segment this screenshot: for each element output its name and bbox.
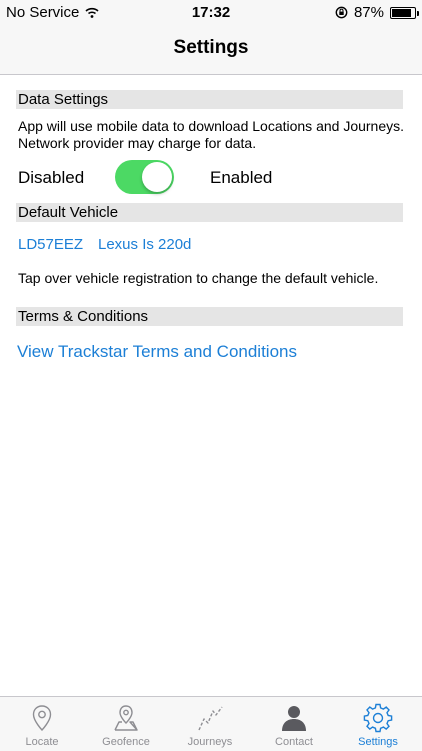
battery-percentage: 87% — [353, 4, 384, 21]
tab-locate-label: Locate — [25, 736, 59, 748]
vehicle-registration-link[interactable]: LD57EEZ — [18, 236, 83, 253]
toggle-knob — [142, 162, 172, 192]
tab-settings[interactable]: Settings — [336, 697, 420, 751]
data-settings-description: App will use mobile data to download Loc… — [18, 118, 405, 151]
tab-journeys[interactable]: Journeys — [168, 697, 252, 751]
status-right: 87% — [335, 4, 419, 21]
tab-contact-label: Contact — [275, 736, 313, 748]
map-pin-icon — [114, 705, 138, 731]
battery-icon — [390, 6, 419, 19]
tab-bar: Locate Geofence Journeys Contact Setting… — [0, 696, 422, 751]
journey-path-icon — [198, 706, 223, 731]
enabled-label: Enabled — [210, 168, 273, 187]
tab-geofence[interactable]: Geofence — [84, 697, 168, 751]
disabled-label: Disabled — [18, 168, 85, 187]
page-title: Settings — [173, 37, 249, 58]
tab-geofence-label: Geofence — [102, 736, 150, 748]
tab-contact[interactable]: Contact — [252, 697, 336, 751]
data-settings-header: Data Settings — [16, 90, 403, 109]
tab-locate[interactable]: Locate — [0, 697, 84, 751]
tab-journeys-label: Journeys — [187, 736, 233, 748]
tab-settings-label: Settings — [358, 736, 398, 748]
battery-fill — [392, 8, 412, 17]
person-icon — [282, 706, 306, 731]
rotation-lock-icon — [335, 6, 348, 19]
gear-icon — [363, 703, 393, 733]
terms-link[interactable]: View Trackstar Terms and Conditions — [17, 342, 297, 362]
data-toggle-switch[interactable] — [115, 160, 174, 194]
location-pin-icon — [32, 705, 52, 732]
default-vehicle-header: Default Vehicle — [16, 203, 403, 222]
terms-header: Terms & Conditions — [16, 307, 403, 326]
vehicle-hint-text: Tap over vehicle registration to change … — [18, 270, 379, 286]
status-bar: No Service 17:32 87% — [0, 0, 422, 24]
navigation-bar: Settings — [0, 24, 422, 75]
vehicle-model-link[interactable]: Lexus Is 220d — [98, 236, 191, 253]
